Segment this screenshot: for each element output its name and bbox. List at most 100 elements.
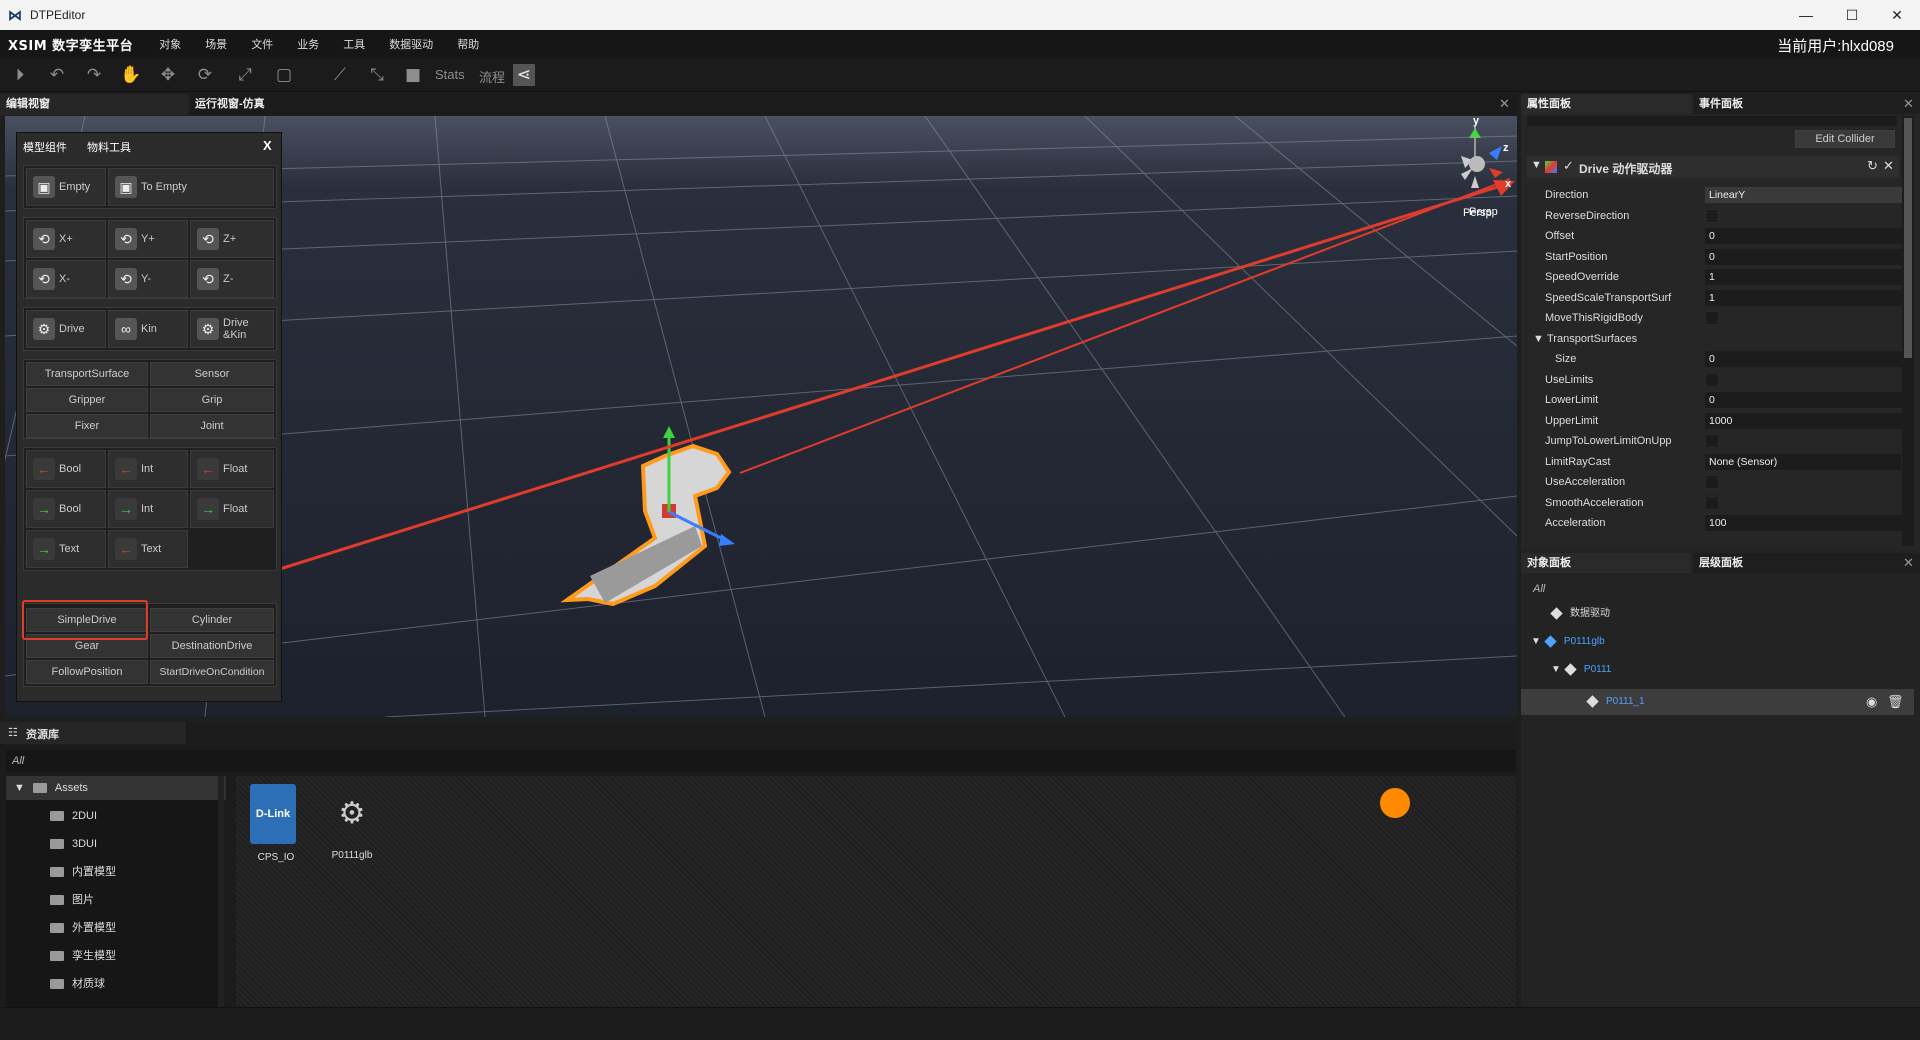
joint-button[interactable]: Joint [150, 414, 274, 438]
property-checkbox[interactable] [1705, 372, 1719, 387]
axis-z-minus-button[interactable]: ⟲ Z- [190, 260, 274, 298]
menu-scene[interactable]: 场景 [205, 36, 227, 52]
destination-drive-button[interactable]: DestinationDrive [150, 634, 274, 658]
axis-z-plus-button[interactable]: ⟲ Z+ [190, 220, 274, 258]
signal-out-int-button[interactable]: → Int [108, 490, 188, 528]
asset-cps-io[interactable]: D-Link CPS_IO [250, 784, 302, 864]
scale-icon[interactable]: ⤢ [234, 64, 256, 86]
camera-icon[interactable]: ■ [402, 64, 424, 86]
drive-button[interactable]: ⚙ Drive [26, 310, 106, 348]
start-drive-on-condition-button[interactable]: StartDriveOnCondition [150, 660, 274, 684]
minimize-button[interactable]: — [1783, 0, 1829, 30]
gripper-button[interactable]: Gripper [26, 388, 148, 412]
kin-button[interactable]: ∞ Kin [108, 310, 188, 348]
maximize-button[interactable]: ☐ [1829, 0, 1875, 30]
tab-model-components[interactable]: 模型组件 [23, 139, 67, 155]
object-item-p0111[interactable]: ▼ P0111 [1527, 660, 1914, 680]
move-icon[interactable]: ✥ [157, 64, 179, 86]
scrollbar[interactable] [1902, 116, 1914, 546]
close-properties-icon[interactable]: ✕ [1903, 96, 1914, 112]
folder-twin-models[interactable]: 孪生模型 [6, 944, 226, 968]
asset-p0111glb[interactable]: ⚙ P0111glb [322, 784, 382, 864]
property-field[interactable]: 0 [1705, 248, 1911, 265]
empty-button[interactable]: ▣ Empty [26, 168, 106, 206]
property-field[interactable]: None (Sensor) [1705, 453, 1901, 470]
refresh-icon[interactable]: ↻ [1867, 158, 1878, 174]
property-checkbox[interactable] [1705, 311, 1719, 325]
stats-button[interactable]: Stats [435, 67, 465, 82]
folder-images[interactable]: 图片 [6, 888, 226, 912]
menu-file[interactable]: 文件 [251, 36, 273, 52]
property-checkbox[interactable] [1705, 434, 1719, 448]
toolbox-close-button[interactable]: X [263, 138, 272, 153]
cylinder-button[interactable]: Cylinder [150, 608, 274, 632]
tab-material-tools[interactable]: 物料工具 [87, 139, 131, 155]
axis-y-minus-button[interactable]: ⟲ Y- [108, 260, 188, 298]
property-field[interactable]: 0 [1705, 392, 1911, 408]
remove-component-icon[interactable]: ✕ [1883, 158, 1894, 174]
property-field[interactable]: 1 [1705, 269, 1911, 285]
vector-fields[interactable] [1527, 116, 1897, 126]
property-field[interactable]: 1000 [1705, 412, 1911, 429]
axis-x-plus-button[interactable]: ⟲ X+ [26, 220, 106, 258]
tab-properties[interactable]: 属性面板 [1521, 94, 1691, 114]
transport-surface-button[interactable]: TransportSurface [26, 362, 148, 386]
persp-label[interactable]: Persp [1469, 206, 1498, 218]
tab-edit-view[interactable]: 编辑视窗 [0, 94, 186, 115]
axis-y-plus-button[interactable]: ⟲ Y+ [108, 220, 188, 258]
close-view-icon[interactable]: ✕ [1499, 96, 1510, 112]
hand-icon[interactable]: ✋ [120, 64, 142, 86]
property-field[interactable]: 100 [1705, 515, 1911, 531]
property-field[interactable]: 1 [1705, 289, 1911, 306]
share-icon[interactable]: ⋖ [513, 64, 535, 86]
tab-events[interactable]: 事件面板 [1693, 94, 1920, 114]
fixer-button[interactable]: Fixer [26, 414, 148, 438]
menu-objects[interactable]: 对象 [159, 36, 181, 52]
visibility-eye-icon[interactable]: ◉ [1866, 689, 1877, 715]
line-icon[interactable]: ⤡ [366, 64, 388, 86]
flow-button[interactable]: 流程 [479, 67, 505, 86]
expand-icon[interactable]: ▼ [1533, 330, 1544, 348]
property-checkbox[interactable] [1705, 208, 1719, 223]
signal-in-bool-button[interactable]: ← Bool [26, 450, 106, 488]
tab-run-view[interactable]: 运行视窗-仿真 [189, 94, 1517, 115]
object-item-data-driven[interactable]: 数据驱动 [1527, 604, 1914, 624]
edit-collider-button[interactable]: Edit Collider [1795, 130, 1895, 148]
follow-position-button[interactable]: FollowPosition [26, 660, 148, 684]
measure-icon[interactable]: ⟋ [329, 64, 351, 86]
collapse-icon[interactable]: ▼ [1531, 159, 1542, 171]
tab-layers[interactable]: 层级面板 [1693, 553, 1920, 573]
expand-icon[interactable]: ▼ [1531, 636, 1541, 647]
close-button[interactable]: ✕ [1874, 0, 1920, 30]
signal-out-bool-button[interactable]: → Bool [26, 490, 106, 528]
drive-kin-button[interactable]: ⚙ Drive &Kin [190, 310, 274, 348]
signal-out-float-button[interactable]: → Float [190, 490, 274, 528]
close-objects-icon[interactable]: ✕ [1903, 555, 1914, 571]
menu-help[interactable]: 帮助 [457, 36, 479, 52]
object-item-p0111glb[interactable]: ▼ P0111glb [1527, 632, 1914, 652]
delete-trash-icon[interactable]: 🗑 [1887, 689, 1904, 715]
tree-scrollbar[interactable] [218, 776, 224, 1007]
grip-button[interactable]: Grip [150, 388, 274, 412]
sensor-button[interactable]: Sensor [150, 362, 274, 386]
menu-business[interactable]: 业务 [297, 36, 319, 52]
expand-icon[interactable]: ▼ [14, 782, 25, 794]
property-field[interactable]: 0 [1705, 351, 1911, 367]
folder-assets[interactable]: ▼ Assets [6, 776, 226, 800]
object-filter-input[interactable]: All [1527, 579, 1914, 599]
asset-tab[interactable]: ☷ 资源库 [0, 722, 186, 744]
property-checkbox[interactable] [1705, 495, 1719, 510]
signal-out-text-button[interactable]: → Text [26, 530, 106, 568]
undo-icon[interactable]: ↶ [46, 64, 68, 86]
property-checkbox[interactable] [1705, 475, 1719, 489]
property-field[interactable]: 0 [1705, 228, 1911, 244]
folder-materials[interactable]: 材质球 [6, 972, 226, 996]
play-icon[interactable]: ⏵ [9, 64, 31, 86]
folder-builtin-models[interactable]: 内置模型 [6, 860, 226, 884]
expand-icon[interactable]: ▼ [1551, 664, 1561, 675]
signal-in-float-button[interactable]: ← Float [190, 450, 274, 488]
rect-icon[interactable]: ▢ [273, 64, 295, 86]
to-empty-button[interactable]: ▣ To Empty [108, 168, 274, 206]
menu-tools[interactable]: 工具 [343, 36, 365, 52]
property-select[interactable]: LinearY [1705, 187, 1911, 203]
